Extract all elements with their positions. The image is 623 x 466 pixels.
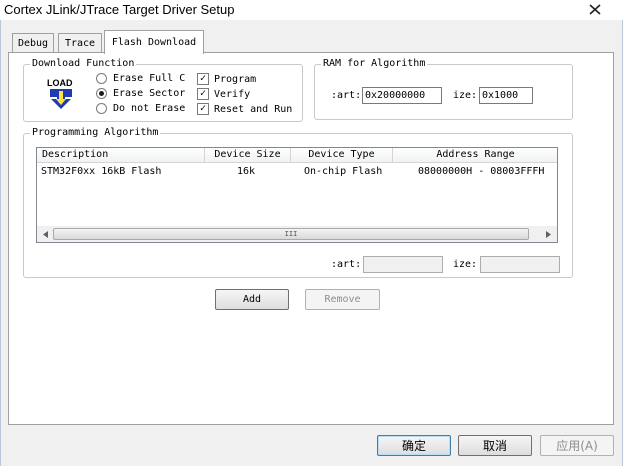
ok-button[interactable]: 确定 <box>377 435 451 456</box>
scroll-grip: III <box>284 230 298 238</box>
tab-debug-label: Debug <box>17 38 49 49</box>
radio-do-not-erase-label: Do not Erase <box>113 103 186 114</box>
programming-algorithm-legend: Programming Algorithm <box>30 127 161 138</box>
ram-size-label: ize: <box>453 90 478 101</box>
chevron-right-icon <box>545 230 551 238</box>
chevron-left-icon <box>42 230 48 238</box>
column-header-description[interactable]: Description <box>37 148 205 163</box>
radio-erase-sector-circle[interactable] <box>96 88 107 99</box>
add-button-label: Add <box>242 294 262 305</box>
tab-trace-label: Trace <box>64 38 96 49</box>
row-description: STM32F0xx 16kB Flash <box>41 166 162 177</box>
flash-download-panel: Download Function LOAD Erase Full C Eras… <box>8 52 614 425</box>
radio-erase-full-chip-label: Erase Full C <box>113 73 186 84</box>
row-device-type: On-chip Flash <box>304 166 383 177</box>
algorithm-list[interactable]: Description Device Size Device Type Addr… <box>36 147 558 243</box>
column-header-address-range[interactable]: Address Range <box>393 148 557 163</box>
download-function-legend: Download Function <box>30 58 137 69</box>
scroll-thumb[interactable]: III <box>53 228 529 240</box>
check-verify-box[interactable]: ✓ <box>197 88 209 100</box>
tab-flash-download-label: Flash Download <box>111 37 197 48</box>
close-icon <box>589 3 601 15</box>
scroll-left-arrow[interactable] <box>39 229 51 239</box>
ram-size-input[interactable]: 0x1000 <box>479 87 533 104</box>
ram-start-input[interactable]: 0x20000000 <box>362 87 442 104</box>
remove-button[interactable]: Remove <box>305 289 380 310</box>
check-verify-label: Verify <box>214 89 251 100</box>
scroll-right-arrow[interactable] <box>542 229 554 239</box>
row-address-range: 08000000H - 08003FFFH <box>418 166 545 177</box>
tab-flash-download[interactable]: Flash Download <box>104 30 204 54</box>
radio-do-not-erase-circle[interactable] <box>96 103 107 114</box>
load-icon-text: LOAD <box>47 78 73 88</box>
radio-selected-dot <box>99 91 104 96</box>
horizontal-scrollbar[interactable]: III <box>37 226 557 242</box>
row-device-size: 16k <box>237 166 256 177</box>
cancel-button[interactable]: 取消 <box>458 435 532 456</box>
table-row[interactable]: STM32F0xx 16kB Flash 16k On-chip Flash 0… <box>37 164 557 178</box>
ram-for-algorithm-group: RAM for Algorithm :art: 0x20000000 ize: … <box>314 58 573 120</box>
column-header-device-type[interactable]: Device Type <box>291 148 393 163</box>
algorithm-start-label: :art: <box>331 259 362 270</box>
algorithm-size-input[interactable] <box>480 256 560 273</box>
radio-erase-full-chip-circle[interactable] <box>96 73 107 84</box>
algorithm-size-label: ize: <box>453 259 478 270</box>
window-title: Cortex JLink/JTrace Target Driver Setup <box>4 2 235 17</box>
load-icon: LOAD <box>46 77 78 111</box>
check-reset-and-run-box[interactable]: ✓ <box>197 103 209 115</box>
programming-algorithm-group: Programming Algorithm Description Device… <box>23 127 573 278</box>
radio-erase-sector-label: Erase Sector <box>113 88 186 99</box>
ram-legend: RAM for Algorithm <box>321 58 428 69</box>
tab-trace[interactable]: Trace <box>58 33 102 53</box>
title-bar: Cortex JLink/JTrace Target Driver Setup <box>0 0 623 20</box>
download-function-group: Download Function LOAD Erase Full C Eras… <box>23 58 303 122</box>
column-header-device-size[interactable]: Device Size <box>205 148 291 163</box>
cancel-button-label: 取消 <box>482 439 507 453</box>
check-program-label: Program <box>214 74 257 85</box>
apply-button-label: 应用(A) <box>556 439 598 453</box>
apply-button[interactable]: 应用(A) <box>540 435 614 456</box>
tab-debug[interactable]: Debug <box>12 33 54 53</box>
add-button[interactable]: Add <box>215 289 289 310</box>
check-program-box[interactable]: ✓ <box>197 73 209 85</box>
close-button[interactable] <box>574 0 616 18</box>
ok-button-label: 确定 <box>401 439 426 453</box>
ram-start-label: :art: <box>331 90 362 101</box>
remove-button-label: Remove <box>324 294 361 305</box>
check-reset-and-run-label: Reset and Run <box>214 104 293 115</box>
algorithm-start-input[interactable] <box>363 256 443 273</box>
